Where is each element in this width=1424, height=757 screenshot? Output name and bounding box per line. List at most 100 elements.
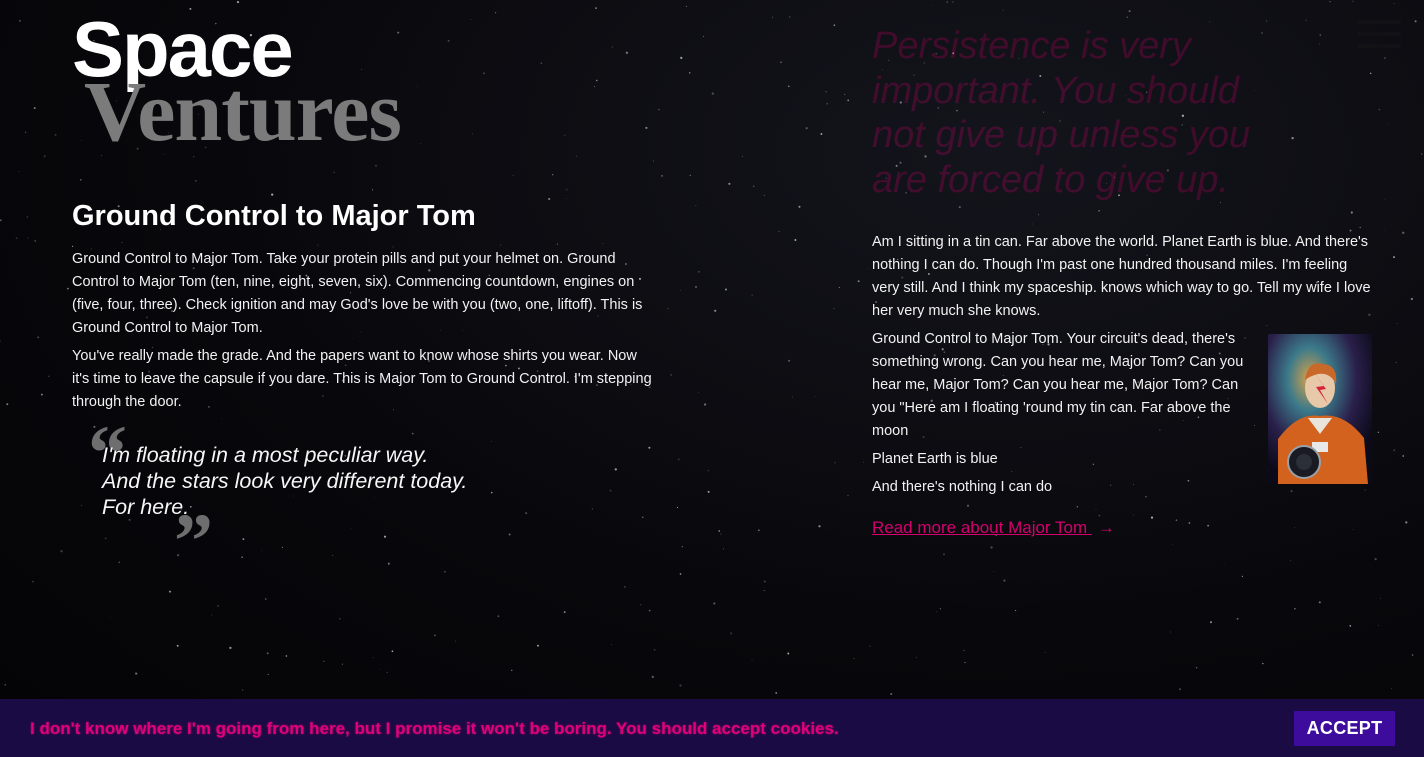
star (651, 675, 654, 679)
star (730, 632, 733, 635)
star (332, 555, 334, 557)
star (593, 86, 596, 88)
star (1378, 108, 1381, 111)
star (176, 644, 179, 647)
star (787, 652, 790, 655)
star (1395, 361, 1397, 364)
star (372, 657, 374, 658)
star (869, 645, 871, 647)
star (1411, 654, 1414, 656)
star (751, 659, 753, 661)
star (1390, 688, 1392, 690)
article-title: Ground Control to Major Tom (72, 200, 476, 232)
star (1294, 607, 1296, 610)
star (958, 206, 961, 209)
star (379, 669, 381, 670)
star (833, 308, 835, 310)
star (990, 546, 993, 549)
star (454, 640, 456, 642)
star (825, 91, 827, 93)
star (1421, 153, 1423, 155)
star (952, 1, 954, 3)
cookie-banner: I don't know where I'm going from here, … (0, 699, 1424, 757)
cookie-message: I don't know where I'm going from here, … (30, 719, 839, 738)
quote-line: I'm floating in a most peculiar way. (102, 443, 429, 467)
star (1266, 20, 1268, 22)
star (575, 155, 578, 157)
star (723, 548, 725, 550)
star (720, 533, 722, 535)
star (241, 689, 244, 691)
star (1350, 211, 1353, 214)
star (1170, 631, 1172, 633)
star (109, 616, 111, 618)
star (863, 461, 864, 463)
star (711, 92, 714, 95)
star (267, 673, 269, 675)
star (688, 72, 691, 74)
star (751, 294, 753, 296)
star (818, 525, 821, 528)
star (236, 1, 240, 4)
star (1037, 214, 1040, 216)
star (931, 5, 933, 6)
star (229, 646, 232, 650)
star (935, 611, 937, 613)
star (0, 340, 1, 342)
star (1414, 20, 1417, 23)
star (32, 581, 34, 583)
star (495, 12, 497, 14)
pull-quote: “ I'm floating in a most peculiar way. A… (88, 414, 558, 580)
star (648, 446, 651, 449)
star (565, 188, 568, 191)
star (242, 538, 245, 541)
star (915, 657, 917, 658)
astronaut-portrait-image (1268, 334, 1372, 484)
accept-cookies-button[interactable]: ACCEPT (1294, 711, 1395, 746)
star (552, 174, 554, 176)
star (483, 72, 486, 75)
star (681, 546, 683, 548)
star (341, 663, 343, 665)
star (211, 614, 213, 616)
star (333, 171, 335, 174)
star (285, 655, 288, 657)
menu-icon[interactable] (1357, 20, 1401, 54)
star (472, 133, 473, 135)
star (775, 692, 778, 694)
star (18, 171, 20, 173)
star (1098, 209, 1100, 212)
star (511, 669, 513, 671)
star (788, 359, 791, 362)
star (1305, 19, 1307, 21)
star (497, 615, 500, 618)
star (595, 7, 597, 9)
star (1179, 688, 1182, 691)
read-more-label: Read more about Major Tom (872, 518, 1088, 537)
star (43, 155, 46, 158)
star (264, 598, 267, 600)
star (339, 618, 341, 620)
read-more-link[interactable]: Read more about Major Tom → (872, 516, 1115, 540)
star (1384, 199, 1386, 201)
star (1380, 597, 1381, 599)
site-logo[interactable]: Space Ventures (72, 6, 472, 156)
star (763, 194, 766, 196)
star (118, 561, 120, 563)
star (1359, 226, 1361, 229)
star (798, 205, 801, 208)
star (780, 61, 782, 64)
star (993, 571, 995, 572)
star (1319, 34, 1322, 36)
star (667, 307, 669, 310)
star (614, 468, 617, 471)
star (814, 396, 816, 397)
star (1236, 617, 1239, 620)
star (943, 553, 945, 556)
tagline: Persistence is very important. You shoul… (872, 25, 1251, 201)
star (834, 461, 836, 464)
star (611, 644, 613, 645)
star (763, 580, 766, 583)
star (758, 529, 760, 532)
quote-line: For here. (102, 495, 190, 519)
